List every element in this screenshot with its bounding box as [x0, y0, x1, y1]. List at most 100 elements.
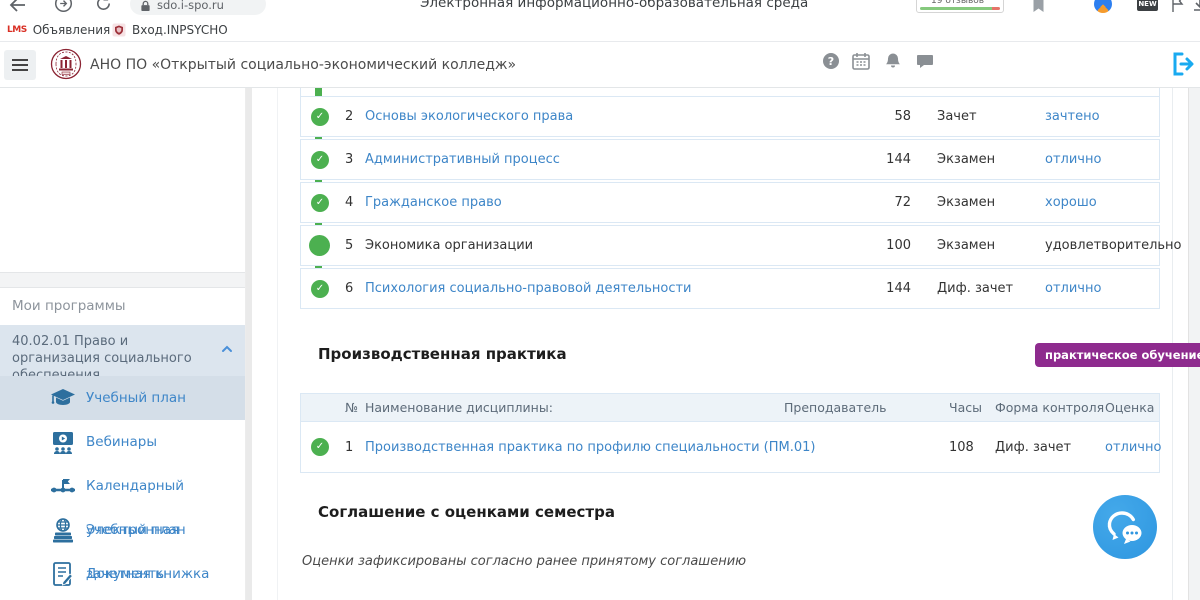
row-number: 6: [345, 269, 353, 308]
practice-table-header: № Наименование дисциплины: Преподаватель…: [301, 394, 1159, 422]
sidebar-scrollbar[interactable]: [246, 88, 252, 600]
row-number: 2: [345, 97, 353, 136]
sidebar-item-webinars[interactable]: Вебинары: [0, 420, 245, 464]
check-circle-icon: ✓: [311, 151, 329, 169]
agreement-section-title: Соглашение с оценками семестра: [318, 503, 615, 521]
milestone-icon: [50, 473, 76, 499]
chat-widget-button[interactable]: [1093, 495, 1157, 559]
globe-books-icon: [50, 517, 76, 543]
forward-circle-icon[interactable]: [54, 0, 73, 13]
check-circle-icon: ✓: [311, 194, 329, 212]
col-teacher: Преподаватель: [784, 394, 887, 421]
bookmark-lms[interactable]: LMS Объявления: [7, 18, 110, 41]
sidebar-section-title: Мои программы: [0, 288, 245, 325]
bookmark-inpsycho[interactable]: Вход.INPSYCHO: [112, 18, 228, 41]
control-form: Экзамен: [937, 140, 995, 179]
chat-bubbles-icon: [1106, 509, 1144, 545]
messages-icon[interactable]: [916, 52, 934, 70]
grade-link[interactable]: отлично: [1045, 269, 1101, 308]
rating-bar: [920, 7, 1000, 10]
hours: 72: [867, 183, 911, 222]
row-number: 3: [345, 140, 353, 179]
new-extension-badge[interactable]: NEW: [1137, 0, 1158, 11]
sidebar-item-calendar-plan[interactable]: Календарный учебный план: [0, 464, 245, 508]
control-form: Зачет: [937, 97, 977, 136]
practice-section-title: Производственная практика: [318, 345, 567, 363]
bookmark-label: Объявления: [33, 23, 111, 37]
lms-icon: LMS: [7, 25, 27, 35]
help-icon[interactable]: ?: [822, 52, 840, 70]
download-icon[interactable]: [1192, 0, 1200, 13]
control-form: Диф. зачет: [995, 422, 1071, 472]
discipline-link[interactable]: Административный процесс: [365, 140, 560, 179]
bell-icon[interactable]: [884, 52, 902, 70]
hours: 108: [949, 422, 974, 472]
discipline-row: 5 Экономика организации 100 Экзамен удов…: [300, 225, 1160, 266]
sidebar-item-gradebook[interactable]: Электронная зачетная книжка: [0, 508, 245, 552]
col-number: №: [345, 394, 358, 421]
discipline-row: ✓ 4 Гражданское право 72 Экзамен хорошо: [300, 182, 1160, 223]
row-number: 4: [345, 183, 353, 222]
check-circle-icon: ✓: [311, 280, 329, 298]
browser-page-title: Электронная информационно-образовательна…: [420, 0, 808, 11]
menu-toggle-button[interactable]: [4, 50, 36, 80]
control-form: Экзамен: [937, 226, 995, 265]
col-hours: Часы: [949, 394, 982, 421]
hours: 144: [867, 140, 911, 179]
sidebar-item-curriculum[interactable]: Учебный план: [0, 376, 245, 420]
report-flag-icon[interactable]: [1170, 0, 1186, 13]
logout-icon[interactable]: [1168, 50, 1196, 78]
sidebar-item-label: Календарный учебный план: [86, 464, 245, 508]
check-circle-icon: ✓: [311, 438, 329, 456]
sidebar-program-header[interactable]: 40.02.01 Право и организация социального…: [0, 325, 245, 376]
reviews-label: 19 отзывов: [931, 0, 984, 6]
calendar-icon[interactable]: [852, 52, 870, 70]
discipline-link[interactable]: Гражданское право: [365, 183, 502, 222]
col-name: Наименование дисциплины:: [365, 394, 553, 421]
document-icon: [50, 561, 76, 587]
agreement-note: Оценки зафиксированы согласно ранее прин…: [302, 554, 746, 569]
grade-link[interactable]: отлично: [1045, 140, 1101, 179]
grade-link[interactable]: зачтено: [1045, 97, 1100, 136]
bookmark-flag-icon[interactable]: [1032, 0, 1045, 13]
chevron-up-icon: [221, 343, 233, 355]
sidebar-item-label: Вебинары: [86, 420, 157, 464]
practice-table: № Наименование дисциплины: Преподаватель…: [300, 393, 1160, 473]
discipline-name: Экономика организации: [365, 226, 533, 265]
sidebar-divider: [0, 272, 245, 288]
grade: удовлетворительно: [1045, 226, 1182, 265]
bookmark-label: Вход.INPSYCHO: [132, 23, 228, 37]
browser-toolbar: sdo.i-spo.ru Электронная информационно-о…: [0, 0, 1200, 18]
sidebar-item-documents[interactable]: Документы: [0, 552, 245, 596]
reload-icon[interactable]: [94, 0, 113, 13]
grade-link[interactable]: отлично: [1105, 422, 1161, 472]
org-title: АНО ПО «Открытый социально-экономический…: [90, 42, 516, 88]
sidebar-item-label: Электронная зачетная книжка: [86, 508, 245, 552]
lock-icon: [140, 0, 151, 12]
graduation-cap-icon: [50, 385, 76, 411]
discipline-row: ✓ 2 Основы экологического права 58 Зачет…: [300, 96, 1160, 137]
webinar-icon: [50, 429, 76, 455]
discipline-link[interactable]: Психология социально-правовой деятельнос…: [365, 269, 692, 308]
row-number: 5: [345, 226, 353, 265]
sidebar: Мои программы 40.02.01 Право и организац…: [0, 88, 246, 600]
browser-profile-icon[interactable]: [1094, 0, 1112, 13]
col-grade: Оценка: [1105, 394, 1154, 421]
discipline-row: ✓ 3 Административный процесс 144 Экзамен…: [300, 139, 1160, 180]
address-bar[interactable]: sdo.i-spo.ru: [130, 0, 266, 15]
svg-text:?: ?: [828, 55, 834, 68]
grade-link[interactable]: хорошо: [1045, 183, 1097, 222]
reviews-widget[interactable]: 19 отзывов: [916, 0, 1004, 13]
practice-row: ✓ 1 Производственная практика по профилю…: [301, 422, 1159, 472]
back-icon[interactable]: [8, 0, 28, 15]
practice-badge: практическое обучение: [1035, 343, 1200, 367]
hours: 144: [867, 269, 911, 308]
practice-link[interactable]: Производственная практика по профилю спе…: [365, 422, 815, 472]
check-circle-icon: ✓: [311, 108, 329, 126]
discipline-link[interactable]: Основы экологического права: [365, 97, 573, 136]
truncated-row: [300, 88, 1160, 96]
sidebar-item-label: Документы: [86, 552, 167, 596]
app-header: АНО ПО «Открытый социально-экономический…: [0, 42, 1200, 88]
crest-icon: [112, 23, 126, 37]
college-logo[interactable]: [50, 48, 82, 80]
